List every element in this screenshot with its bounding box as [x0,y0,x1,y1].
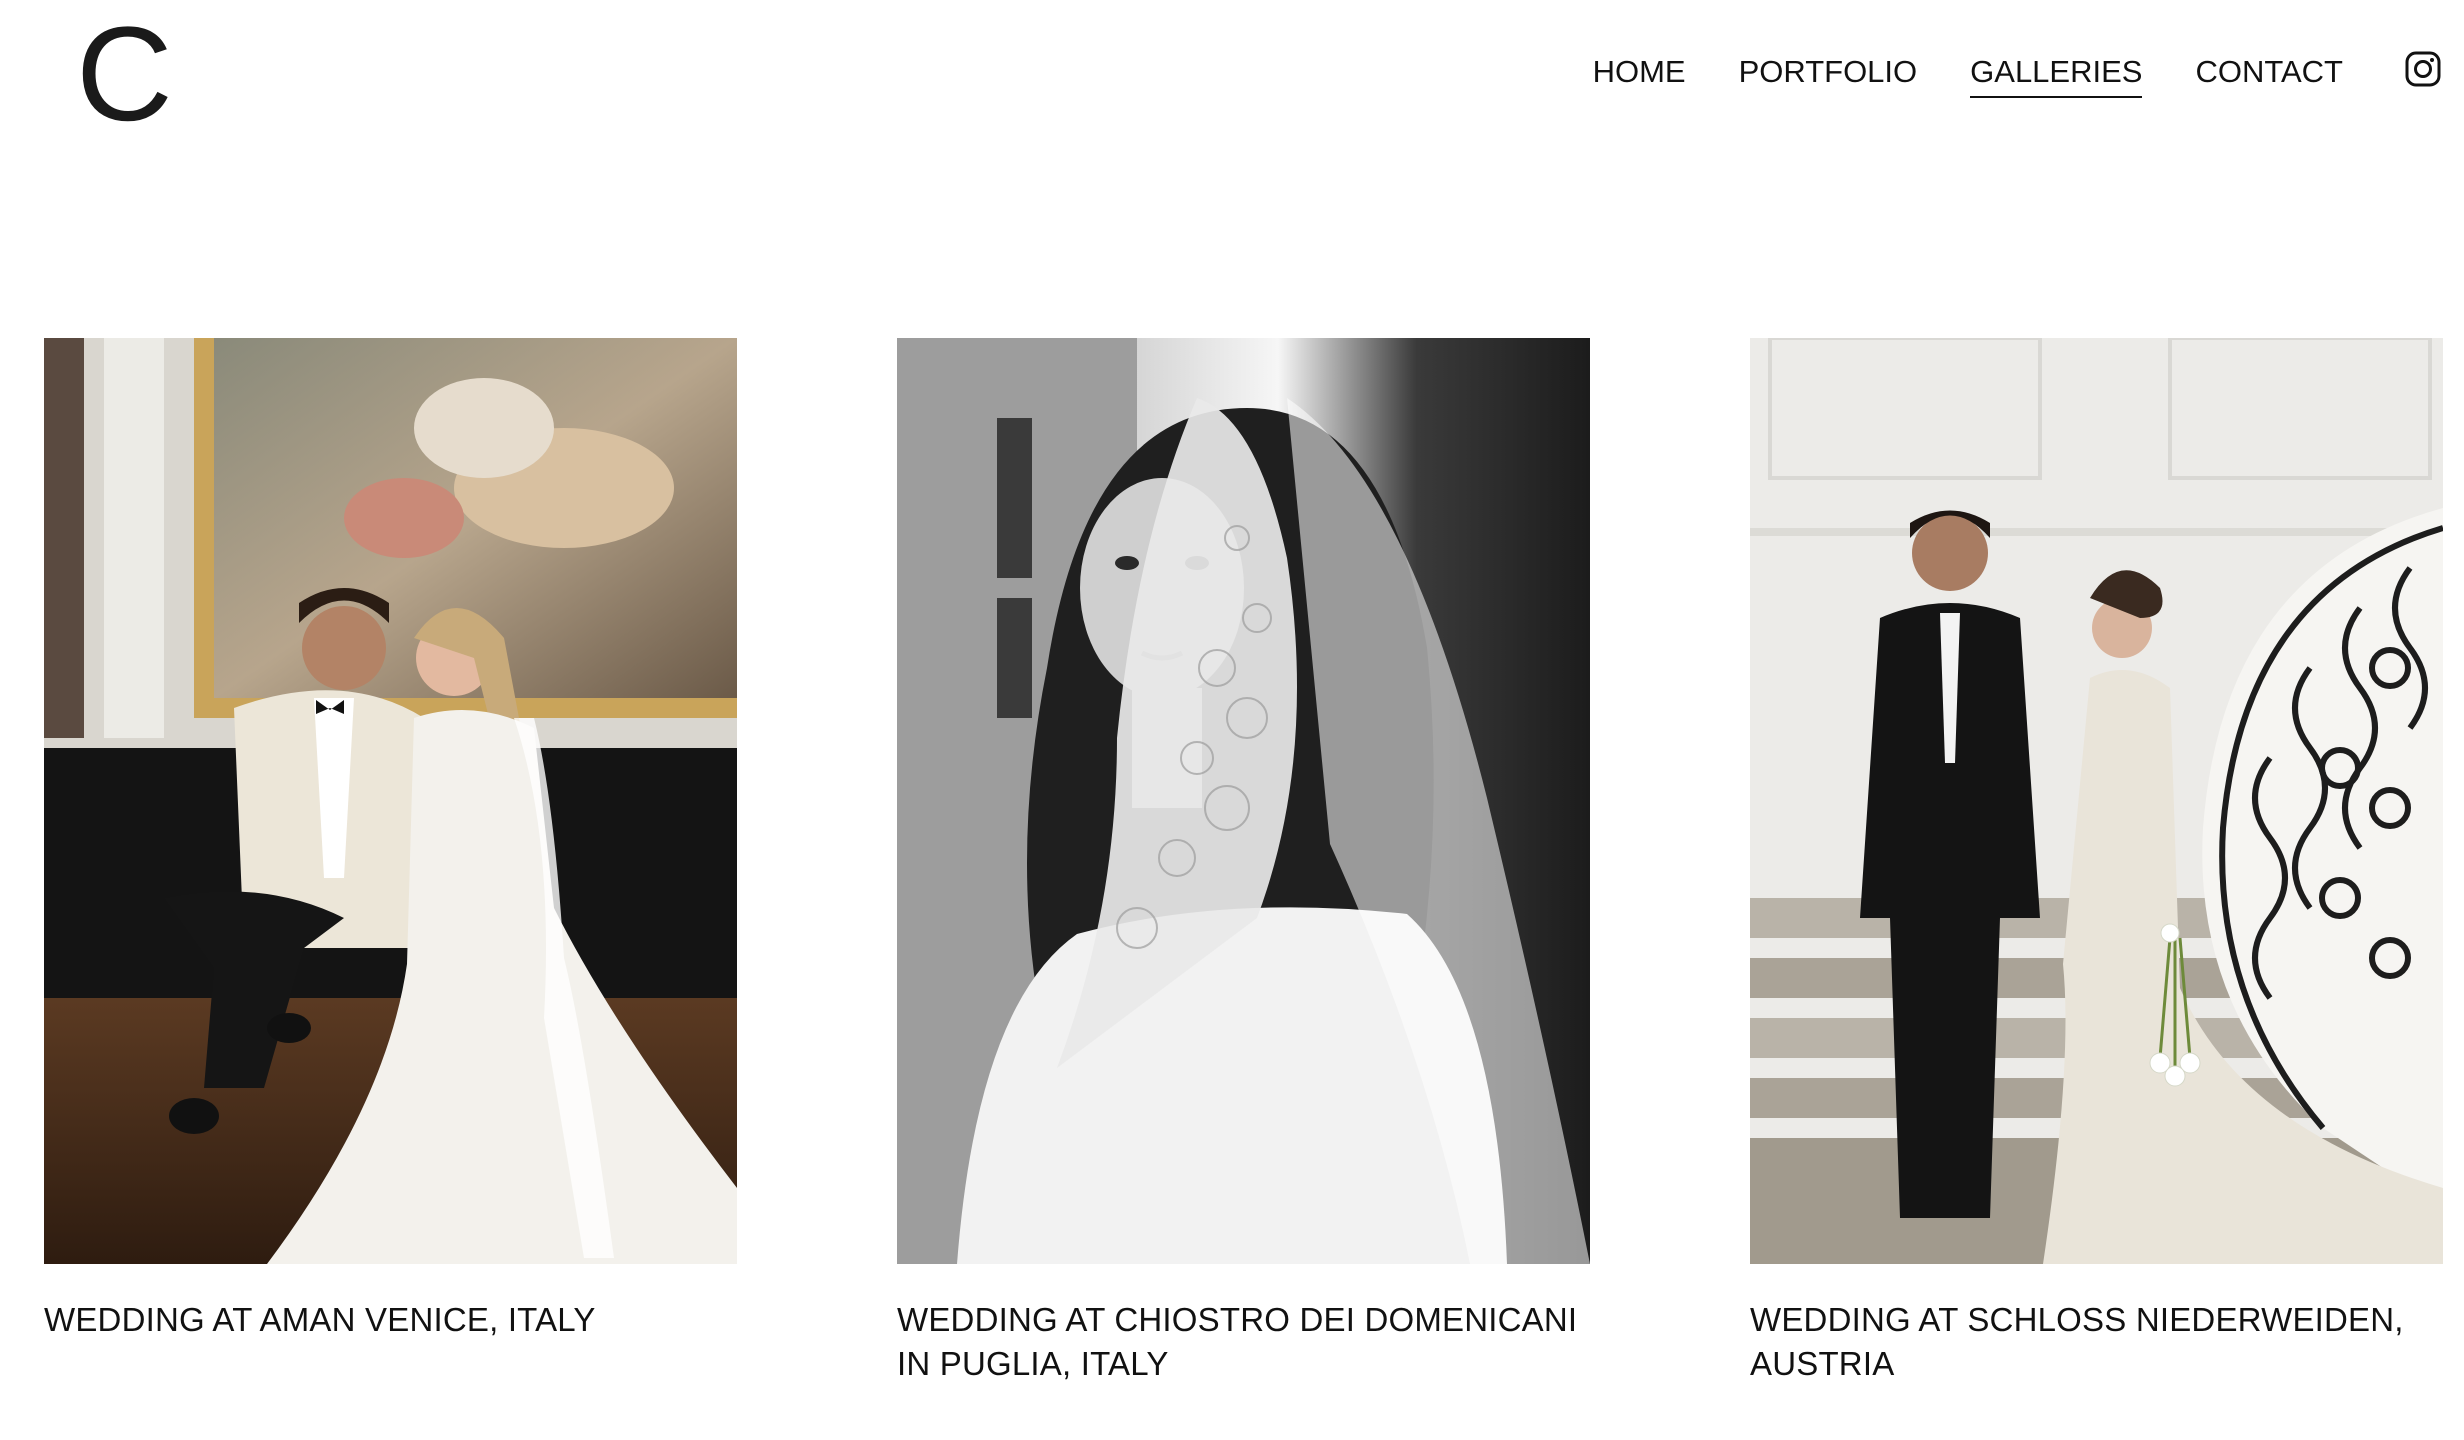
gallery-title[interactable]: WEDDING AT SCHLOSS NIEDERWEIDEN, AUSTRIA [1750,1298,2443,1386]
nav-portfolio[interactable]: PORTFOLIO [1739,52,1918,98]
gallery-photo[interactable] [44,338,737,1264]
main-nav: HOME PORTFOLIO GALLERIES CONTACT [1593,52,2343,98]
site-logo[interactable]: C [76,8,173,142]
page: C HOME PORTFOLIO GALLERIES CONTACT WEDDI… [0,0,2464,1440]
nav-home[interactable]: HOME [1593,52,1686,98]
gallery-card[interactable]: WEDDING AT AMAN VENICE, ITALY [44,338,737,1386]
gallery-grid: WEDDING AT AMAN VENICE, ITALY WEDDING AT… [44,338,2444,1386]
gallery-photo[interactable] [897,338,1590,1264]
nav-contact[interactable]: CONTACT [2195,52,2343,98]
gallery-photo[interactable] [1750,338,2443,1264]
gallery-title[interactable]: WEDDING AT CHIOSTRO DEI DOMENICANI IN PU… [897,1298,1590,1386]
nav-galleries[interactable]: GALLERIES [1970,52,2143,98]
gallery-card[interactable]: WEDDING AT SCHLOSS NIEDERWEIDEN, AUSTRIA [1750,338,2443,1386]
gallery-card[interactable]: WEDDING AT CHIOSTRO DEI DOMENICANI IN PU… [897,338,1590,1386]
gallery-title[interactable]: WEDDING AT AMAN VENICE, ITALY [44,1298,737,1342]
instagram-icon[interactable] [2404,50,2442,88]
